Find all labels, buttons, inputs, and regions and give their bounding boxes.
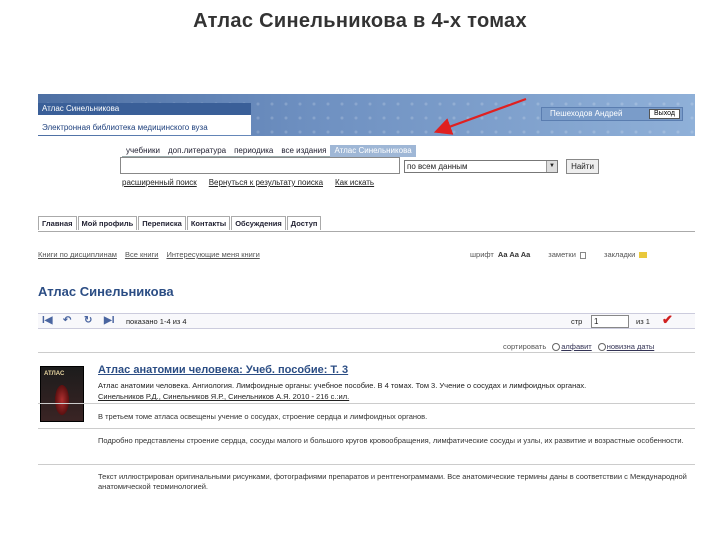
crumb-by-discipline[interactable]: Книги по дисциплинам — [38, 250, 117, 259]
book-paragraph-3: Текст иллюстрирован оригинальными рисунк… — [98, 472, 687, 489]
search-go-button[interactable]: Найти — [566, 159, 599, 174]
note-icon — [580, 251, 586, 259]
page-label: стр — [571, 317, 583, 326]
results-count: показано 1-4 из 4 — [126, 317, 187, 326]
item-separator — [38, 403, 695, 404]
search-tab-textbooks[interactable]: учебники — [122, 145, 164, 157]
browser-screenshot: Атлас Синельникова Электронная библиотек… — [38, 94, 695, 489]
radio-icon — [552, 343, 561, 352]
search-tab-extra-literature[interactable]: доп.литература — [163, 145, 231, 157]
search-tabs: учебники доп.литература периодика все из… — [122, 145, 416, 157]
bookmarks-control[interactable]: закладки — [604, 250, 648, 259]
tab-discussions[interactable]: Обсуждения — [231, 216, 286, 230]
refresh-icon[interactable]: ↻ — [84, 315, 92, 326]
book-paragraph-2: Подробно представлены строение сердца, с… — [98, 436, 684, 445]
font-size-options[interactable]: Aa Aa Aa — [498, 250, 530, 259]
pager-bar: I◀ ↶ ↻ ▶I показано 1-4 из 4 стр 1 из 1 ✔ — [38, 312, 695, 329]
page-number-input[interactable]: 1 — [591, 315, 629, 328]
page-total: из 1 — [636, 317, 650, 326]
cover-figure — [55, 385, 69, 415]
first-page-icon[interactable]: I◀ — [42, 315, 52, 326]
book-title-link[interactable]: Атлас анатомии человека: Учеб. пособие: … — [98, 364, 348, 376]
notes-label: заметки — [548, 250, 576, 259]
how-to-search-link[interactable]: Как искать — [335, 178, 374, 187]
results-divider — [38, 352, 695, 353]
tab-messages[interactable]: Переписка — [138, 216, 186, 230]
tab-profile[interactable]: Мой профиль — [77, 216, 138, 230]
tab-access[interactable]: Доступ — [286, 216, 322, 230]
book-authors[interactable]: Синельников Р.Д., Синельников Я.Р., Сине… — [98, 392, 349, 401]
user-name[interactable]: Пешеходов Андрей — [550, 109, 622, 118]
search-input[interactable] — [120, 157, 400, 174]
advanced-search-link[interactable]: расширенный поиск — [122, 178, 197, 187]
search-tab-sinelnikov-atlas[interactable]: Атлас Синельникова — [330, 145, 416, 157]
book-description: Атлас анатомии человека. Ангиология. Лим… — [98, 381, 587, 390]
sort-controls: сортировать алфавит новизна даты — [503, 342, 655, 352]
search-scope-select[interactable]: по всем данным ▼ — [404, 160, 558, 173]
bookmarks-label: закладки — [604, 250, 636, 259]
cover-text: АТЛАС — [44, 371, 65, 377]
last-page-icon[interactable]: ▶I — [104, 315, 114, 326]
chevron-down-icon[interactable]: ▼ — [546, 161, 557, 172]
book-cover-image[interactable]: АТЛАС — [40, 366, 84, 422]
item-separator — [38, 464, 695, 465]
folder-icon — [639, 252, 648, 259]
go-page-check-icon[interactable]: ✔ — [662, 312, 673, 328]
search-links: расширенный поиск Вернуться к результату… — [122, 178, 374, 187]
book-paragraph-1: В третьем томе атласа освещены учение о … — [98, 412, 428, 421]
back-icon[interactable]: ↶ — [63, 315, 71, 326]
search-tab-periodicals[interactable]: периодика — [230, 145, 278, 157]
reader-tools: шрифт Aa Aa Aa заметки закладки — [470, 250, 648, 259]
radio-icon — [597, 343, 606, 352]
search-scope-value: по всем данным — [407, 162, 468, 171]
nav-divider — [38, 231, 695, 232]
search-tab-all[interactable]: все издания — [277, 145, 331, 157]
user-box: Пешеходов Андрей Выход — [541, 107, 683, 121]
tab-home[interactable]: Главная — [38, 216, 77, 230]
font-size-control: шрифт Aa Aa Aa — [470, 250, 530, 259]
logout-button[interactable]: Выход — [649, 109, 680, 119]
main-nav-tabs: Главная Мой профиль Переписка Контакты О… — [38, 216, 322, 230]
notes-control[interactable]: заметки — [548, 250, 586, 259]
slide-title: Атлас Синельникова в 4-х томах — [193, 10, 527, 32]
sort-new-label: новизна даты — [606, 342, 655, 351]
font-label: шрифт — [470, 250, 494, 259]
sort-alpha-label: алфавит — [561, 342, 592, 351]
brand-subtitle: Электронная библиотека медицинского вуза — [42, 123, 208, 132]
crumb-my-books[interactable]: Интересующие меня книги — [166, 250, 259, 259]
site-banner: Атлас Синельникова Электронная библиотек… — [38, 94, 695, 136]
page-title: Атлас Синельникова — [38, 284, 174, 299]
brand-title[interactable]: Атлас Синельникова — [38, 103, 251, 115]
item-separator — [38, 428, 695, 429]
breadcrumb: Книги по дисциплинам Все книги Интересую… — [38, 250, 260, 259]
back-to-results-link[interactable]: Вернуться к результату поиска — [209, 178, 323, 187]
sort-label: сортировать — [503, 342, 547, 351]
crumb-all-books[interactable]: Все книги — [125, 250, 159, 259]
sort-option-new[interactable]: новизна даты — [597, 342, 655, 352]
sort-option-alpha[interactable]: алфавит — [552, 342, 592, 352]
tab-contacts[interactable]: Контакты — [186, 216, 231, 230]
